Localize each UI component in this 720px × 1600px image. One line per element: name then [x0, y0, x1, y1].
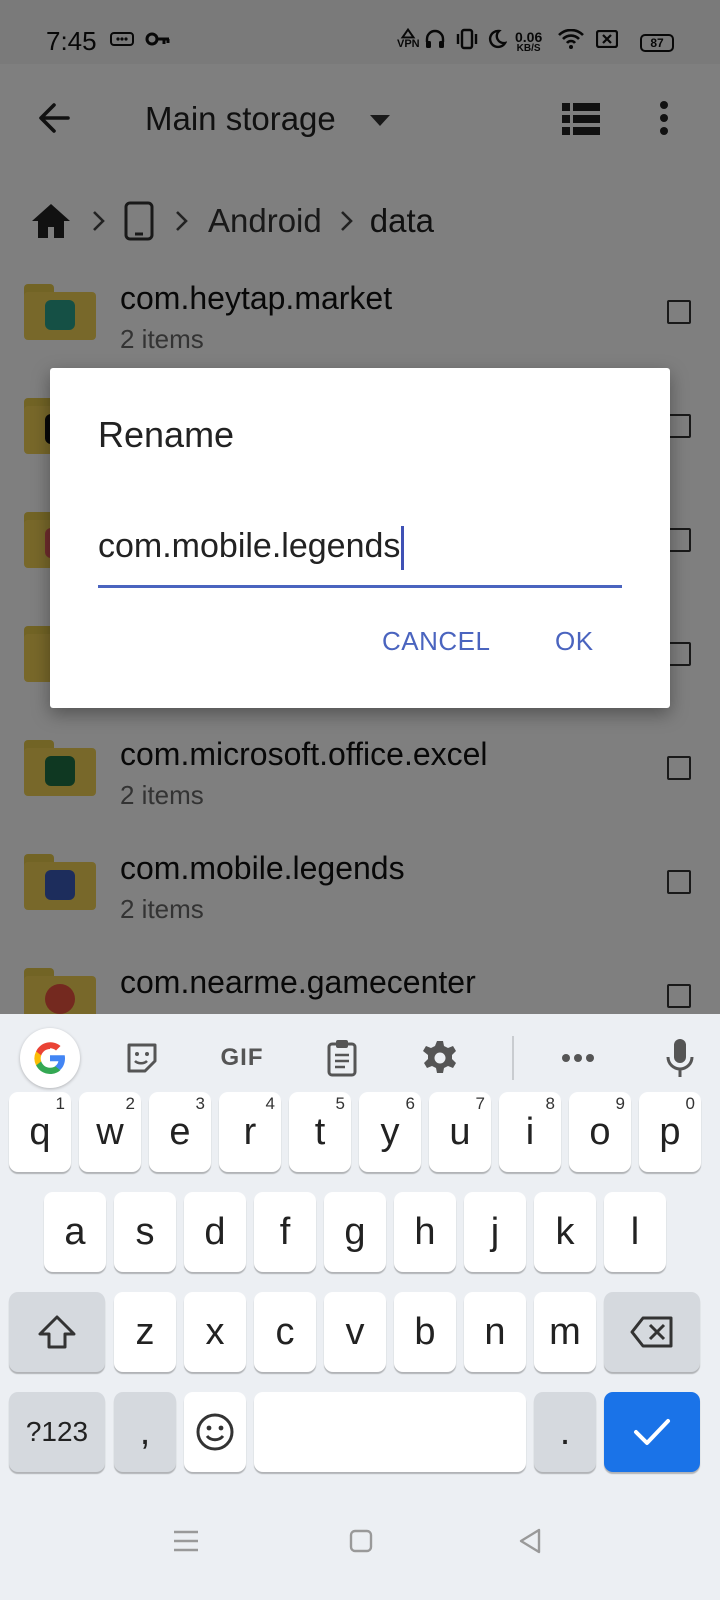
key-u[interactable]: 7u	[429, 1092, 491, 1172]
rename-dialog: Rename com.mobile.legends CANCEL OK	[50, 368, 670, 708]
key-r[interactable]: 4r	[219, 1092, 281, 1172]
keyboard-toolbar: GIF	[0, 1014, 720, 1102]
toolbar-divider	[512, 1036, 514, 1080]
key-y[interactable]: 6y	[359, 1092, 421, 1172]
dialog-title: Rename	[98, 414, 235, 455]
comma-key[interactable]: ,	[114, 1392, 176, 1472]
key-l[interactable]: l	[604, 1192, 666, 1272]
key-s[interactable]: s	[114, 1192, 176, 1272]
key-o[interactable]: 9o	[569, 1092, 631, 1172]
key-f[interactable]: f	[254, 1192, 316, 1272]
clipboard-icon[interactable]	[318, 1034, 366, 1082]
key-v[interactable]: v	[324, 1292, 386, 1372]
checkmark-icon	[634, 1419, 670, 1445]
key-p[interactable]: 0p	[639, 1092, 701, 1172]
home-square-icon[interactable]	[349, 1529, 373, 1558]
sticker-icon[interactable]	[118, 1034, 166, 1082]
key-c[interactable]: c	[254, 1292, 316, 1372]
key-z[interactable]: z	[114, 1292, 176, 1372]
text-cursor	[401, 526, 405, 570]
back-triangle-icon[interactable]	[517, 1527, 543, 1560]
microphone-icon[interactable]	[656, 1034, 704, 1082]
key-q[interactable]: 1q	[9, 1092, 71, 1172]
recents-menu-icon[interactable]	[173, 1530, 199, 1557]
key-k[interactable]: k	[534, 1192, 596, 1272]
cancel-button[interactable]: CANCEL	[382, 626, 490, 657]
settings-gear-icon[interactable]	[416, 1034, 464, 1082]
google-g-icon[interactable]	[20, 1028, 80, 1088]
rename-input[interactable]: com.mobile.legends	[98, 518, 622, 588]
symbols-key[interactable]: ?123	[9, 1392, 105, 1472]
emoji-key[interactable]	[184, 1392, 246, 1472]
enter-key[interactable]	[604, 1392, 700, 1472]
key-g[interactable]: g	[324, 1192, 386, 1272]
emoji-smiley-icon	[196, 1413, 234, 1451]
shift-arrow-icon	[38, 1315, 76, 1349]
keyboard: GIF 1q 2w 3e 4r 5t 6y 7u 8i 9o 0p a s d …	[0, 1014, 720, 1514]
key-m[interactable]: m	[534, 1292, 596, 1372]
more-dots-icon[interactable]	[554, 1034, 602, 1082]
backspace-icon	[630, 1316, 673, 1348]
key-n[interactable]: n	[464, 1292, 526, 1372]
space-key[interactable]	[254, 1392, 526, 1472]
ok-button[interactable]: OK	[555, 626, 594, 657]
key-i[interactable]: 8i	[499, 1092, 561, 1172]
period-key[interactable]: .	[534, 1392, 596, 1472]
navigation-bar	[0, 1514, 720, 1600]
shift-key[interactable]	[9, 1292, 105, 1372]
key-h[interactable]: h	[394, 1192, 456, 1272]
key-e[interactable]: 3e	[149, 1092, 211, 1172]
gif-button[interactable]: GIF	[210, 1034, 274, 1082]
key-t[interactable]: 5t	[289, 1092, 351, 1172]
key-w[interactable]: 2w	[79, 1092, 141, 1172]
key-b[interactable]: b	[394, 1292, 456, 1372]
rename-input-value: com.mobile.legends	[98, 526, 401, 565]
key-x[interactable]: x	[184, 1292, 246, 1372]
key-d[interactable]: d	[184, 1192, 246, 1272]
backspace-key[interactable]	[604, 1292, 700, 1372]
key-a[interactable]: a	[44, 1192, 106, 1272]
key-j[interactable]: j	[464, 1192, 526, 1272]
